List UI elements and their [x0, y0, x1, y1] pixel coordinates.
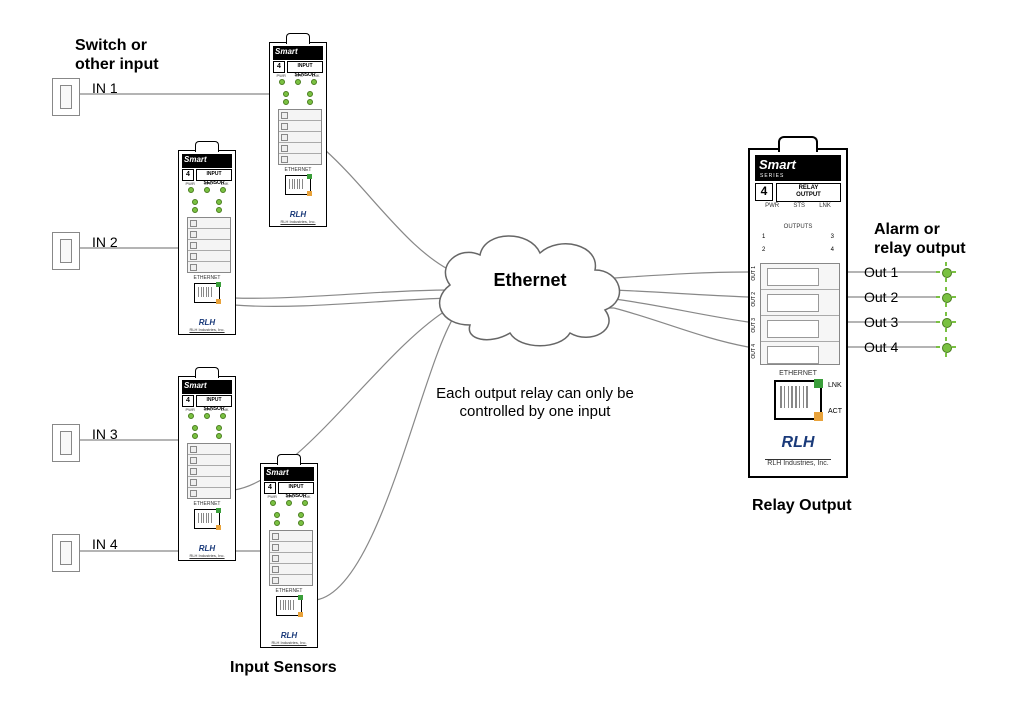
out4-label: Out 4 — [864, 339, 898, 355]
relay-output-device: Smart SERIES 4 RELAYOUTPUT PWRSTSLNK OUT… — [748, 148, 848, 478]
alarm-output-header: Alarm or relay output — [874, 220, 966, 258]
ethernet-label: Ethernet — [470, 270, 590, 292]
input-sensor-device-4: Smart 4INPUTSENSOR PWRSTSLNK ETHERNET RL… — [260, 463, 318, 648]
input-sensor-device-1: Smart 4 INPUTSENSOR PWRSTSLNK ETHERNET R… — [269, 42, 327, 227]
input-switch-3 — [52, 424, 80, 462]
out2-label: Out 2 — [864, 289, 898, 305]
input-switch-2 — [52, 232, 80, 270]
input-sensor-device-2: Smart 4INPUTSENSOR PWRSTSLNK ETHERNET RL… — [178, 150, 236, 335]
input-switch-4 — [52, 534, 80, 572]
input-sensors-caption: Input Sensors — [230, 658, 337, 677]
in2-label: IN 2 — [92, 234, 118, 250]
diagram-note: Each output relay can only be controlled… — [415, 385, 655, 421]
out2-light-icon — [938, 289, 954, 305]
switch-input-header: Switch or other input — [75, 36, 159, 74]
input-sensor-device-3: Smart 4INPUTSENSOR PWRSTSLNK ETHERNET RL… — [178, 376, 236, 561]
out3-label: Out 3 — [864, 314, 898, 330]
out1-label: Out 1 — [864, 264, 898, 280]
relay-output-caption: Relay Output — [752, 496, 852, 515]
in3-label: IN 3 — [92, 426, 118, 442]
in1-label: IN 1 — [92, 80, 118, 96]
input-switch-1 — [52, 78, 80, 116]
out1-light-icon — [938, 264, 954, 280]
out4-light-icon — [938, 339, 954, 355]
in4-label: IN 4 — [92, 536, 118, 552]
relay-terminals: OUT 1 OUT 2 OUT 3 OUT 4 — [760, 263, 840, 365]
out3-light-icon — [938, 314, 954, 330]
relay-ethernet-port — [774, 380, 822, 420]
